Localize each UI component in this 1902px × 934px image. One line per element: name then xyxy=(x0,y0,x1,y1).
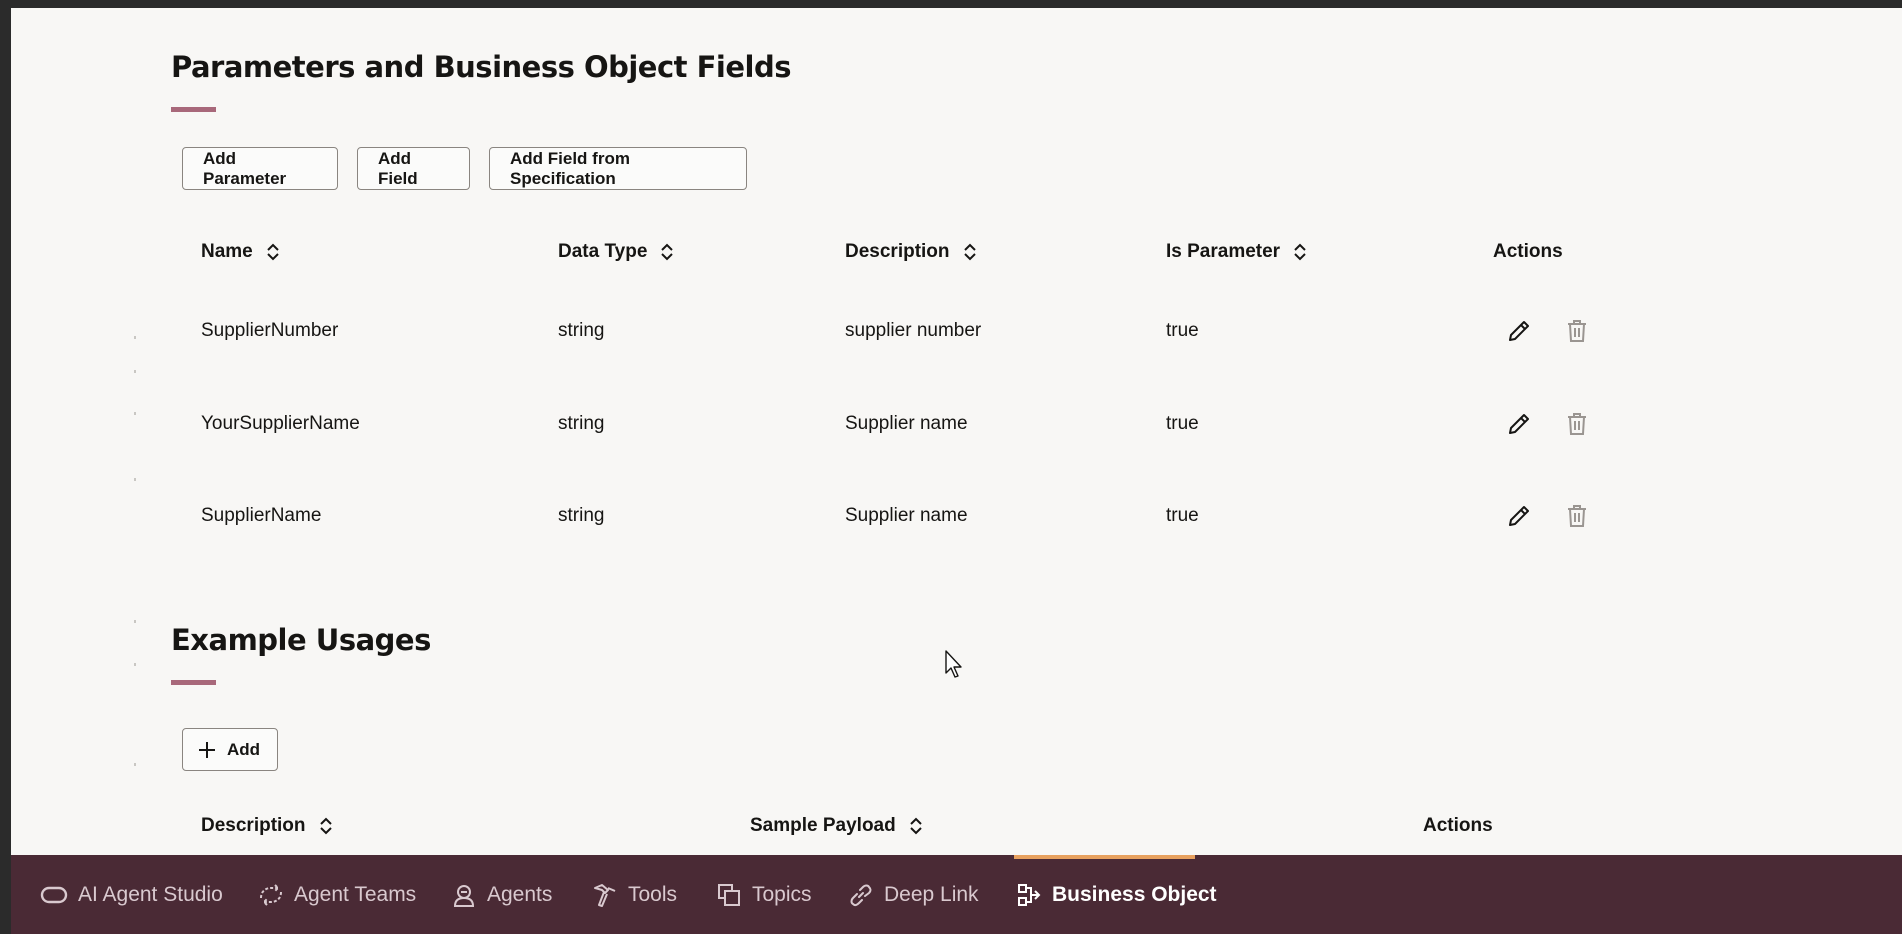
add-example-label: Add xyxy=(227,739,261,759)
edit-icon[interactable] xyxy=(1502,314,1536,348)
sort-icon[interactable] xyxy=(265,241,281,263)
cell-name: YourSupplierName xyxy=(201,413,360,434)
sort-icon[interactable] xyxy=(962,241,978,263)
nav-label: AI Agent Studio xyxy=(78,883,223,906)
nav-item-deep-link[interactable]: Deep Link xyxy=(848,868,979,922)
edge-mark xyxy=(134,620,136,623)
cell-data-type: string xyxy=(558,505,605,526)
column-label: Actions xyxy=(1423,815,1493,836)
cell-data-type: string xyxy=(558,413,605,434)
nav-label: Deep Link xyxy=(884,883,979,906)
sort-icon[interactable] xyxy=(908,815,924,837)
edge-mark xyxy=(134,336,136,339)
edit-icon[interactable] xyxy=(1502,499,1536,533)
column-header-is-parameter[interactable]: Is Parameter xyxy=(1166,241,1308,263)
edge-mark xyxy=(134,412,136,415)
add-parameter-button[interactable]: Add Parameter xyxy=(182,147,338,190)
nav-label: Agents xyxy=(487,883,553,906)
cell-description: Supplier name xyxy=(845,505,968,526)
add-field-button[interactable]: Add Field xyxy=(357,147,470,190)
edge-mark xyxy=(134,478,136,481)
column-label: Sample Payload xyxy=(750,815,896,836)
team-link-icon xyxy=(260,884,282,906)
plus-icon xyxy=(199,741,215,758)
edge-mark xyxy=(134,370,136,373)
column-header-actions: Actions xyxy=(1493,241,1563,263)
column-header-description[interactable]: Description xyxy=(201,815,334,837)
cell-is-parameter: true xyxy=(1166,505,1199,526)
active-tab-indicator xyxy=(1014,855,1195,859)
nav-item-ai-agent-studio[interactable]: AI Agent Studio xyxy=(40,868,223,922)
nav-item-topics[interactable]: Topics xyxy=(716,868,812,922)
mouse-pointer-icon xyxy=(945,650,962,678)
cell-is-parameter: true xyxy=(1166,320,1199,341)
section-title-example-usages: Example Usages xyxy=(171,623,431,657)
delete-icon[interactable] xyxy=(1560,499,1594,533)
column-label: Name xyxy=(201,241,253,262)
add-field-from-specification-button[interactable]: Add Field from Specification xyxy=(489,147,747,190)
nav-item-agent-teams[interactable]: Agent Teams xyxy=(258,868,416,922)
delete-icon[interactable] xyxy=(1560,407,1594,441)
cell-description: Supplier name xyxy=(845,413,968,434)
nav-label: Agent Teams xyxy=(294,883,417,906)
edit-icon[interactable] xyxy=(1502,407,1536,441)
stacked-squares-icon xyxy=(718,884,740,906)
delete-icon[interactable] xyxy=(1560,314,1594,348)
sort-icon[interactable] xyxy=(318,815,334,837)
column-label: Actions xyxy=(1493,241,1563,262)
nav-label: Tools xyxy=(628,883,678,906)
edge-mark xyxy=(134,663,136,666)
column-label: Description xyxy=(845,241,950,262)
section-accent-bar xyxy=(171,680,216,685)
nav-item-agents[interactable]: Agents xyxy=(451,868,552,922)
cell-name: SupplierNumber xyxy=(201,320,339,341)
column-header-data-type[interactable]: Data Type xyxy=(558,241,675,263)
edge-mark xyxy=(134,763,136,766)
cell-data-type: string xyxy=(558,320,605,341)
column-label: Description xyxy=(201,815,306,836)
nav-label: Topics xyxy=(752,883,812,906)
column-header-sample-payload[interactable]: Sample Payload xyxy=(750,815,924,837)
column-header-actions: Actions xyxy=(1423,815,1493,837)
cell-name: SupplierName xyxy=(201,505,322,526)
section-title-parameters: Parameters and Business Object Fields xyxy=(171,50,792,84)
nav-item-business-object[interactable]: Business Object xyxy=(1016,868,1217,922)
business-object-icon xyxy=(1018,884,1041,906)
column-header-description[interactable]: Description xyxy=(845,241,978,263)
cell-is-parameter: true xyxy=(1166,413,1199,434)
agent-icon xyxy=(453,885,475,907)
link-icon xyxy=(850,884,872,907)
nav-item-tools[interactable]: Tools xyxy=(592,868,677,922)
sort-icon[interactable] xyxy=(659,241,675,263)
sort-icon[interactable] xyxy=(1292,241,1308,263)
section-accent-bar xyxy=(171,107,216,112)
pill-icon xyxy=(40,886,68,904)
add-example-button[interactable]: Add xyxy=(182,728,278,771)
column-label: Is Parameter xyxy=(1166,241,1281,262)
column-header-name[interactable]: Name xyxy=(201,241,281,263)
cell-description: supplier number xyxy=(845,320,982,341)
hammer-icon xyxy=(594,884,616,907)
nav-label: Business Object xyxy=(1052,883,1217,906)
column-label: Data Type xyxy=(558,241,648,262)
